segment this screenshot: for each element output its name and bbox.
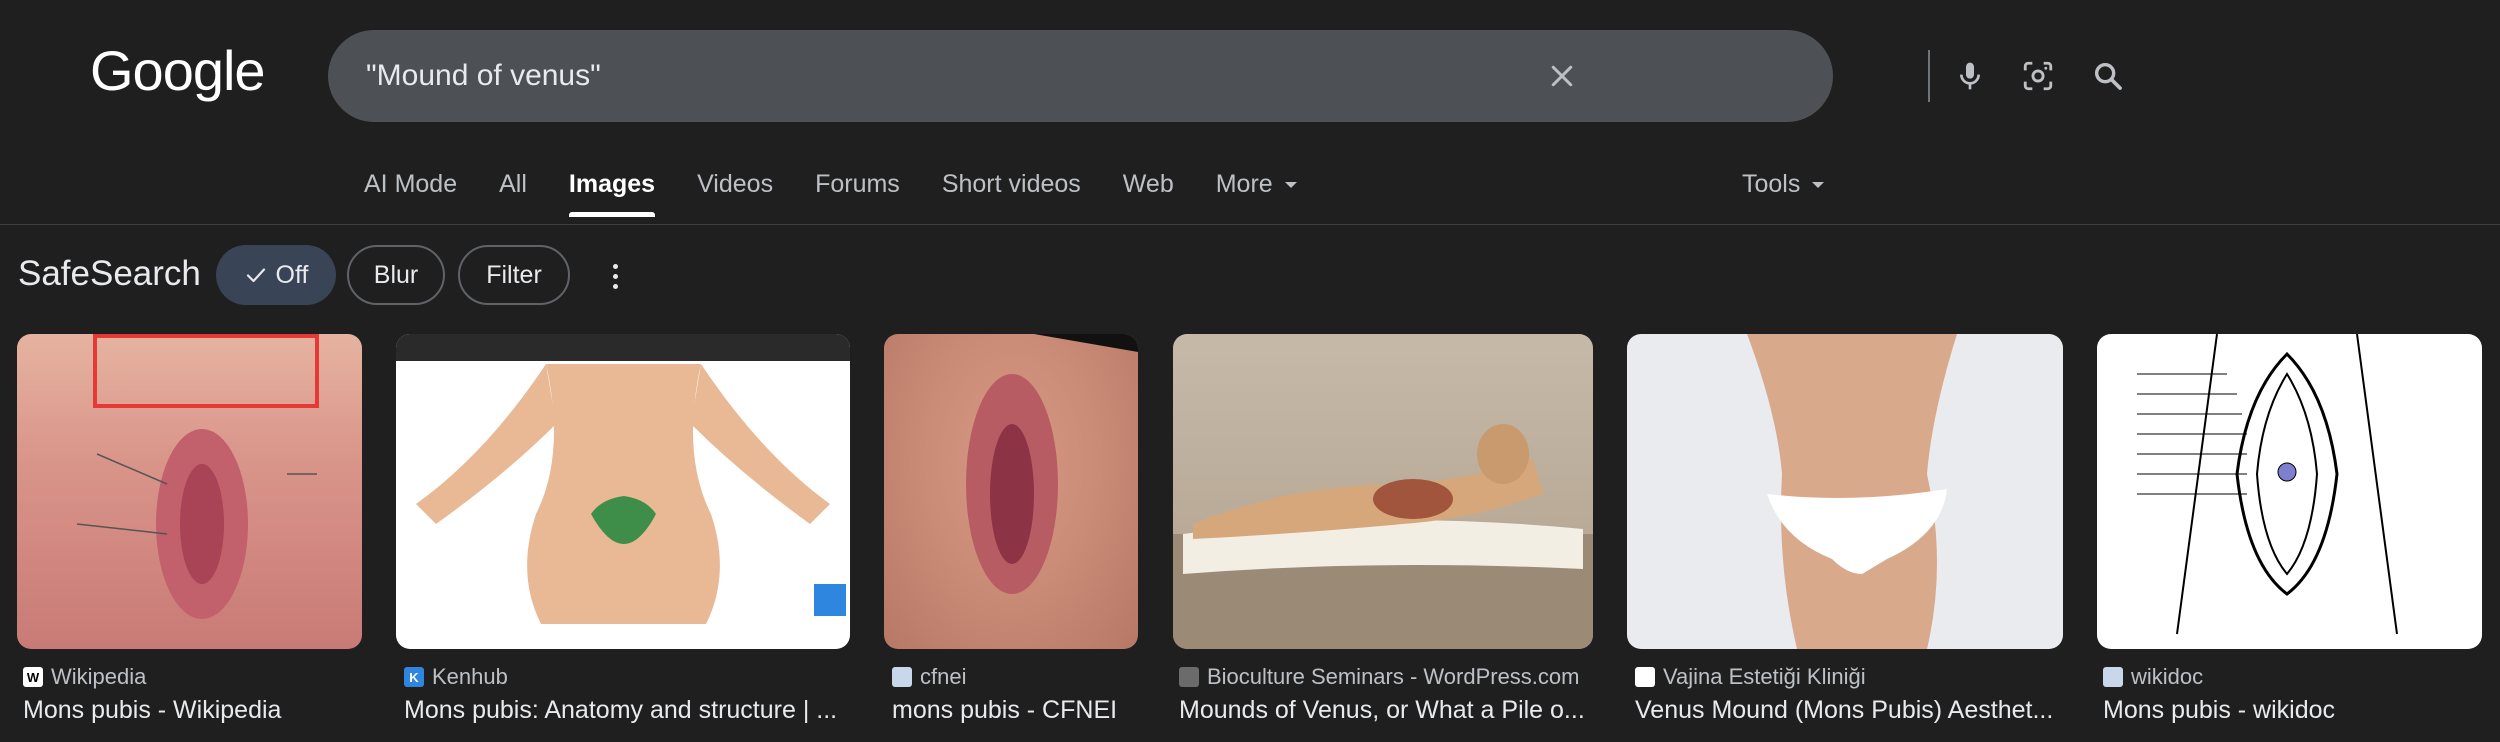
safesearch-title: SafeSearch: [18, 254, 201, 293]
tab-all[interactable]: All: [499, 170, 527, 217]
tab-web[interactable]: Web: [1123, 170, 1174, 217]
result-source: Bioculture Seminars - WordPress.com: [1179, 664, 1580, 690]
wikipedia-favicon-icon: W: [23, 667, 43, 687]
clear-icon[interactable]: [1538, 52, 1586, 100]
wikidoc-favicon-icon: [2103, 667, 2123, 687]
result-title[interactable]: Mons pubis: Anatomy and structure | ...: [404, 696, 850, 725]
result-thumbnail[interactable]: [396, 334, 850, 649]
result-title[interactable]: Mons pubis - Wikipedia: [23, 696, 363, 725]
safesearch-filter-chip[interactable]: Filter: [458, 245, 570, 305]
tab-images[interactable]: Images: [568, 170, 656, 217]
kenhub-favicon-icon: K: [404, 667, 424, 687]
result-thumbnail[interactable]: [1173, 334, 1593, 649]
result-source: K Kenhub: [404, 664, 508, 690]
result-source: cfnei: [892, 664, 966, 690]
caret-down-icon: [1284, 181, 1297, 188]
tab-more[interactable]: More: [1216, 170, 1297, 217]
result-thumbnail[interactable]: [884, 334, 1138, 649]
tab-ai-mode[interactable]: AI Mode: [364, 170, 457, 217]
wordpress-favicon-icon: [1179, 667, 1199, 687]
tools-button[interactable]: Tools: [1742, 170, 1825, 199]
tab-short-videos[interactable]: Short videos: [942, 170, 1081, 217]
search-divider: [1928, 50, 1930, 102]
search-icon[interactable]: [2084, 52, 2132, 100]
search-tabs: AI Mode All Images Videos Forums Short v…: [364, 170, 1339, 226]
more-options-icon[interactable]: [598, 256, 632, 296]
result-thumbnail[interactable]: [17, 334, 362, 649]
result-thumbnail[interactable]: [2097, 334, 2482, 649]
result-title[interactable]: Venus Mound (Mons Pubis) Aesthet...: [1635, 696, 2063, 725]
result-title[interactable]: Mounds of Venus, or What a Pile o...: [1179, 696, 1593, 725]
google-logo[interactable]: Google: [90, 38, 266, 103]
check-icon: [246, 268, 265, 283]
search-bar: [328, 30, 2122, 122]
result-source: W Wikipedia: [23, 664, 146, 690]
result-thumbnail[interactable]: [1627, 334, 2063, 649]
safesearch-blur-chip[interactable]: Blur: [347, 245, 445, 305]
safesearch-off-chip[interactable]: Off: [216, 245, 336, 305]
search-input[interactable]: [366, 30, 1516, 122]
lens-camera-icon[interactable]: [2014, 52, 2062, 100]
tab-videos[interactable]: Videos: [697, 170, 773, 217]
tab-forums[interactable]: Forums: [815, 170, 900, 217]
clinic-favicon-icon: [1635, 667, 1655, 687]
microphone-icon[interactable]: [1946, 52, 1994, 100]
result-source: Vajina Estetiği Kliniği: [1635, 664, 1866, 690]
result-title[interactable]: Mons pubis - wikidoc: [2103, 696, 2482, 725]
cfnei-favicon-icon: [892, 667, 912, 687]
result-title[interactable]: mons pubis - CFNEI: [892, 696, 1138, 725]
result-source: wikidoc: [2103, 664, 2203, 690]
header-divider: [0, 224, 2500, 225]
caret-down-icon: [1812, 181, 1825, 188]
